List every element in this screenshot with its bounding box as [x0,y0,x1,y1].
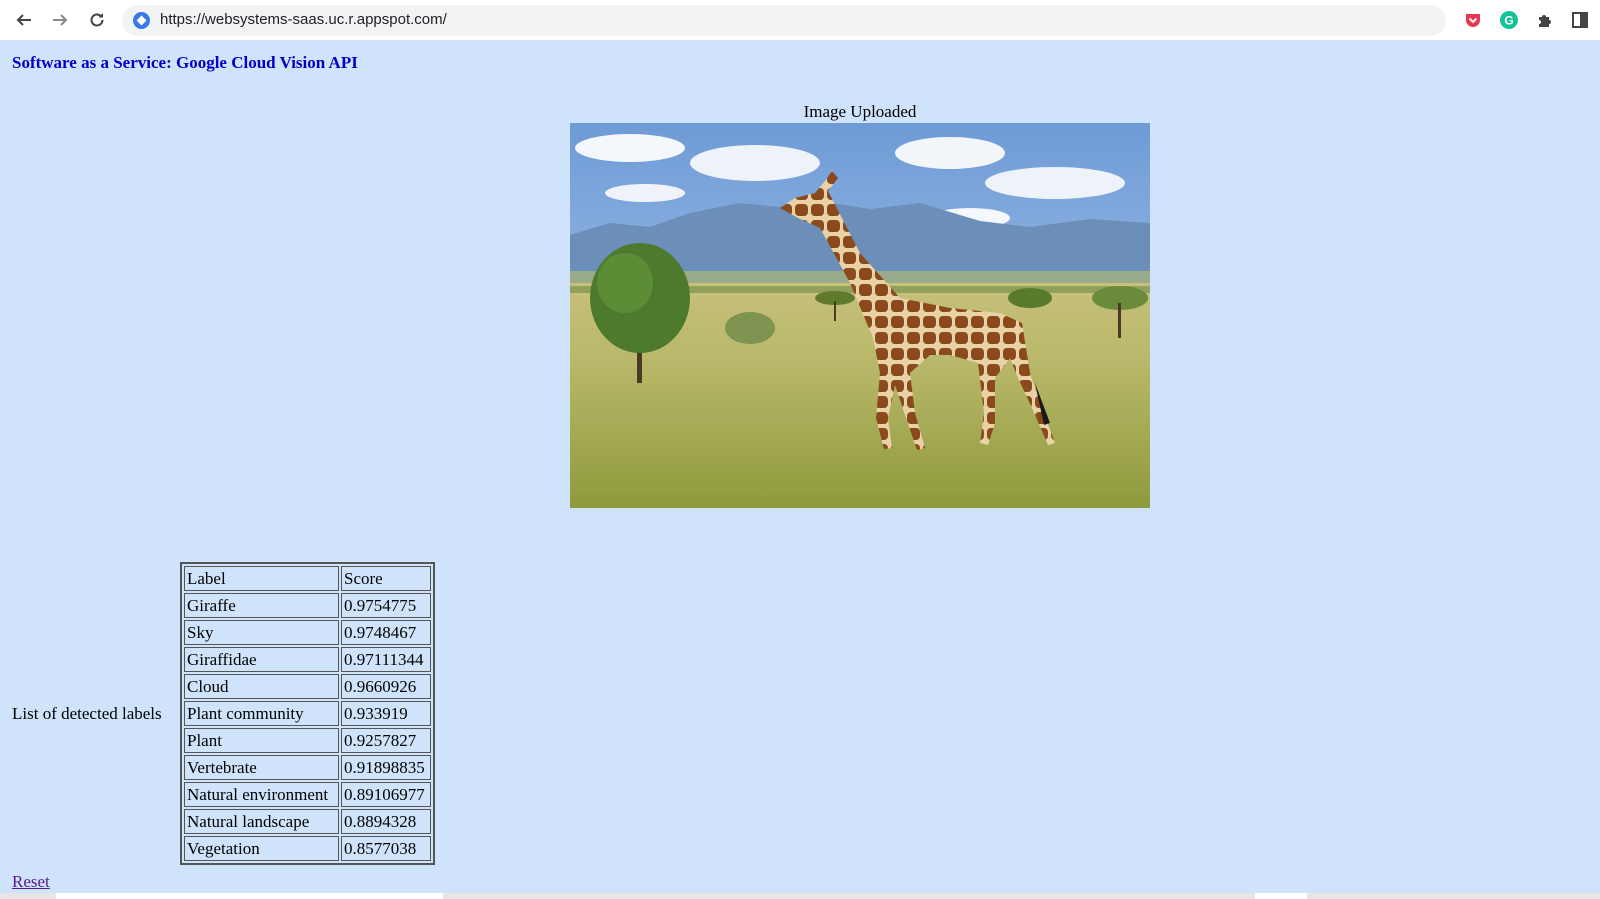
list-caption: List of detected labels [12,704,162,723]
pocket-extension-icon[interactable] [1463,10,1483,30]
page-title: Software as a Service: Google Cloud Visi… [12,53,358,72]
score-cell: 0.9748467 [341,620,431,645]
table-header-row: Label Score [184,566,431,591]
label-cell: Giraffidae [184,647,339,672]
site-info-icon[interactable] [133,12,150,29]
side-panel-icon[interactable] [1570,10,1590,30]
image-caption: Image Uploaded [803,102,917,121]
horizontal-scrollbar[interactable] [0,893,1600,899]
label-cell: Natural landscape [184,809,339,834]
column-header-score: Score [341,566,431,591]
reload-icon[interactable] [83,6,111,34]
score-cell: 0.8894328 [341,809,431,834]
label-cell: Giraffe [184,593,339,618]
label-cell: Cloud [184,674,339,699]
score-cell: 0.9754775 [341,593,431,618]
url-text[interactable]: https://websystems-saas.uc.r.appspot.com… [160,11,447,28]
score-cell: 0.97111344 [341,647,431,672]
score-cell: 0.9257827 [341,728,431,753]
label-cell: Natural environment [184,782,339,807]
reset-link[interactable]: Reset [12,872,50,892]
table-row: Sky 0.9748467 [184,620,431,645]
uploaded-image [570,123,1150,508]
browser-toolbar: https://websystems-saas.uc.r.appspot.com… [0,0,1600,40]
table-row: Plant 0.9257827 [184,728,431,753]
grammarly-extension-icon[interactable]: G [1499,10,1519,30]
scrollbar-thumb[interactable] [56,893,443,899]
extensions-puzzle-icon[interactable] [1535,10,1555,30]
table-row: Cloud 0.9660926 [184,674,431,699]
column-header-label: Label [184,566,339,591]
labels-table: Label Score Giraffe 0.9754775 Sky 0.9748… [180,562,435,865]
label-cell: Sky [184,620,339,645]
table-row: Vegetation 0.8577038 [184,836,431,861]
back-arrow-icon[interactable] [10,6,38,34]
table-row: Giraffidae 0.97111344 [184,647,431,672]
score-cell: 0.8577038 [341,836,431,861]
label-cell: Plant [184,728,339,753]
svg-text:G: G [1504,14,1513,28]
score-cell: 0.933919 [341,701,431,726]
forward-arrow-icon[interactable] [46,6,74,34]
score-cell: 0.91898835 [341,755,431,780]
table-row: Natural environment 0.89106977 [184,782,431,807]
scrollbar-thumb-secondary[interactable] [1255,893,1307,899]
table-row: Giraffe 0.9754775 [184,593,431,618]
giraffe-photo-illustration [570,123,1150,508]
address-bar[interactable]: https://websystems-saas.uc.r.appspot.com… [122,5,1446,36]
score-cell: 0.89106977 [341,782,431,807]
label-cell: Vertebrate [184,755,339,780]
table-row: Vertebrate 0.91898835 [184,755,431,780]
label-cell: Plant community [184,701,339,726]
score-cell: 0.9660926 [341,674,431,699]
label-cell: Vegetation [184,836,339,861]
table-row: Plant community 0.933919 [184,701,431,726]
table-row: Natural landscape 0.8894328 [184,809,431,834]
